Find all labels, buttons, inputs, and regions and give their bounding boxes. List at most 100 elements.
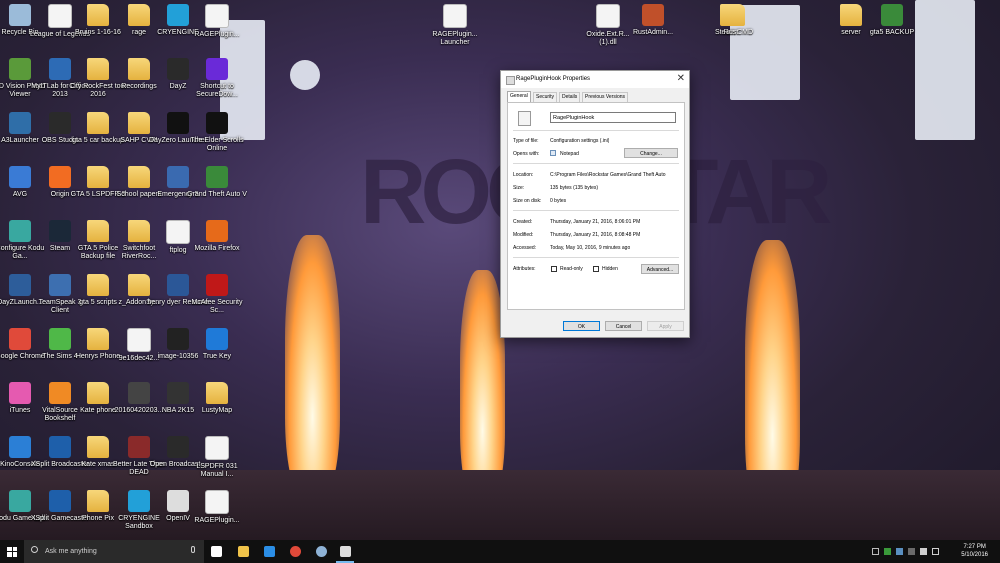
folder-icon	[87, 4, 109, 26]
taskbar-file-explorer-button[interactable]	[232, 543, 254, 560]
notifications-icon[interactable]	[932, 548, 939, 555]
dialog-title: RagePluginHook Properties	[516, 76, 591, 82]
taskbar-notepad-button[interactable]	[334, 543, 356, 563]
taskbar-task-view-button[interactable]	[205, 543, 227, 560]
a3launcher-icon	[9, 112, 31, 134]
opens-with-label: Opens with:	[513, 151, 540, 157]
attributes-label: Attributes:	[513, 266, 536, 272]
edge-icon	[263, 546, 275, 557]
kinoconsole-icon	[9, 436, 31, 458]
desktop-icon-label: RAGEPlugin...	[194, 31, 240, 38]
desktop-icon[interactable]: The Elder Scrolls Online	[186, 110, 248, 162]
dialog-titlebar[interactable]: RagePluginHook Properties ✕	[501, 71, 689, 88]
file-icon	[506, 76, 515, 85]
tes-online-icon	[206, 112, 228, 134]
desktop-icon[interactable]: Shortcut to SecureDow...	[186, 56, 248, 108]
desktop-icon[interactable]: RAGEPlugin...	[186, 2, 248, 54]
folder-icon	[87, 112, 109, 134]
modified-label: Modified:	[513, 232, 534, 238]
size-on-disk-label: Size on disk:	[513, 198, 542, 204]
taskbar-chrome-button[interactable]	[284, 543, 306, 560]
desktop-icon[interactable]: Grand Theft Auto V	[186, 164, 248, 216]
desktop-icon[interactable]: Rust	[700, 2, 762, 54]
file-name-field[interactable]: RagePluginHook	[550, 112, 676, 123]
tab-previous-versions[interactable]: Previous Versions	[582, 92, 629, 102]
accessed-label: Accessed:	[513, 245, 537, 251]
desktop-icon[interactable]: RAGEPlugin...	[186, 488, 248, 540]
search-placeholder: Ask me anything	[45, 548, 97, 555]
windows-logo-icon	[7, 546, 17, 557]
type-value: Configuration settings (.ini)	[550, 138, 610, 144]
dll-icon	[596, 4, 620, 28]
tray-icon[interactable]	[908, 548, 915, 555]
kodu-icon	[9, 220, 31, 242]
desktop-icon-label: AVG	[12, 191, 28, 198]
apply-button[interactable]: Apply	[647, 321, 684, 331]
divider	[513, 130, 679, 131]
folder-icon	[87, 274, 109, 296]
desktop-icon-label: DayZ	[169, 83, 187, 90]
desktop-icon[interactable]: LustyMap	[186, 380, 248, 432]
flame	[460, 270, 505, 500]
steam-icon	[315, 546, 327, 557]
taskbar-steam-button[interactable]	[310, 543, 332, 560]
desktop-icon[interactable]: Mozilla Firefox	[186, 218, 248, 270]
desktop-icon-label: Shortcut to SecureDow...	[196, 83, 238, 98]
hidden-checkbox[interactable]	[593, 266, 599, 272]
tab-details[interactable]: Details	[559, 92, 581, 102]
desktop-icon[interactable]: gta5 BACKUP	[861, 2, 923, 54]
tab-security[interactable]: Security	[533, 92, 558, 102]
close-icon[interactable]: ✕	[677, 73, 685, 85]
gta5-icon	[206, 166, 228, 188]
folder-icon	[87, 382, 109, 404]
tray-icon[interactable]	[884, 548, 891, 555]
volume-icon[interactable]	[920, 548, 927, 555]
tray-icon[interactable]	[896, 548, 903, 555]
desktop-icon[interactable]: McAfee Security Sc...	[186, 272, 248, 324]
clock[interactable]: 7:27 PM 5/10/2016	[961, 543, 988, 559]
search-box[interactable]: Ask me anything	[24, 540, 204, 563]
system-tray	[872, 540, 944, 563]
folder-icon	[87, 220, 109, 242]
microphone-icon[interactable]	[191, 546, 195, 553]
accessed-value: Today, May 10, 2016, 9 minutes ago	[550, 245, 631, 251]
desktop-icon-label: server	[841, 29, 861, 36]
tray-icon[interactable]	[872, 548, 879, 555]
folder-icon	[87, 58, 109, 80]
divider	[513, 210, 679, 211]
folder-icon	[87, 328, 109, 350]
kodu-game-lab-icon	[9, 490, 31, 512]
ok-button[interactable]: OK	[563, 321, 600, 331]
size-label: Size:	[513, 185, 525, 191]
desktop-icon-label: Rust	[723, 29, 739, 36]
flame	[285, 235, 340, 495]
file-icon	[205, 490, 229, 514]
3d-vision-icon	[9, 58, 31, 80]
desktop-icon-label: gta5 BACKUP	[869, 29, 915, 36]
desktop-icon[interactable]: LSPDFR 031 Manual I...	[186, 434, 248, 486]
firefox-icon	[206, 220, 228, 242]
file-icon	[518, 111, 531, 126]
advanced-button[interactable]: Advanced...	[641, 264, 679, 274]
readonly-checkbox[interactable]	[551, 266, 557, 272]
desktop-icon-label: ftplog	[169, 247, 187, 254]
file-icon	[443, 4, 467, 28]
change-button[interactable]: Change...	[624, 148, 678, 158]
dayzlauncher-icon	[9, 274, 31, 296]
desktop-icon-label: The Elder Scrolls Online	[190, 137, 244, 152]
desktop-icon-label: iTunes	[9, 407, 31, 414]
notepad-icon	[339, 546, 351, 557]
properties-dialog[interactable]: RagePluginHook Properties ✕ General Secu…	[500, 70, 690, 338]
desktop-icon[interactable]: RustAdmin...	[622, 2, 684, 54]
taskbar-edge-button[interactable]	[258, 543, 280, 560]
desktop-icon[interactable]: RAGEPlugin... Launcher	[424, 2, 486, 54]
folder-icon	[840, 4, 862, 26]
desktop-icon-label: Mozilla Firefox	[194, 245, 240, 252]
file-icon	[205, 436, 229, 460]
cancel-button[interactable]: Cancel	[605, 321, 642, 331]
stage-light	[290, 60, 320, 90]
desktop-icon[interactable]: True Key	[186, 326, 248, 378]
start-button[interactable]	[0, 540, 24, 563]
itunes-icon	[9, 382, 31, 404]
opens-with-value: Notepad	[560, 151, 579, 157]
